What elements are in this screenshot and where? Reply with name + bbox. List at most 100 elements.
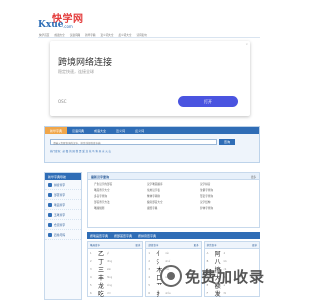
char-row[interactable]: F 发 fā <box>205 289 259 298</box>
nav-item[interactable]: 新华字典 <box>84 33 96 37</box>
nav-item[interactable]: 成语大全 <box>53 33 65 37</box>
tab-radical[interactable]: 按部首查字典 <box>114 234 132 238</box>
sidebar-item[interactable]: 四角号码 <box>45 230 81 240</box>
pinyin: dīng <box>107 259 113 263</box>
query-link[interactable]: 笔画查字大全 <box>94 188 147 192</box>
row-index: 2 <box>148 259 150 263</box>
lookup-column: 笔画查字 更多 1 乙 yǐ 2 丁 dīng 3 三 sān 4 丰 fēng 5 龙 lóng 6… <box>87 241 144 298</box>
more-link[interactable]: 更多 <box>251 175 256 179</box>
column-header: 部首查字 更多 <box>146 242 201 249</box>
pinyin: fā <box>223 291 226 295</box>
tab-words[interactable]: 汉语词典 <box>67 127 89 134</box>
more-link[interactable]: 更多 <box>252 243 257 247</box>
link-grid: 产生汉字的部首 汉字笔画顺序 汉字拼音 笔画查字大全 常用汉字表 生僻字查询 多… <box>88 180 259 212</box>
query-link[interactable]: 笔顺规则 <box>94 206 147 210</box>
close-icon[interactable]: × <box>245 42 248 46</box>
row-index: F <box>206 291 209 295</box>
char-row[interactable]: 6 吃 chī <box>88 289 142 298</box>
sidebar-item[interactable]: 仓颉查字 <box>45 220 81 230</box>
tab-idioms[interactable]: 成语大全 <box>89 127 111 134</box>
tab-synonyms[interactable]: 近义词 <box>111 127 130 134</box>
row-index: 5 <box>148 283 150 287</box>
nav-item[interactable]: 快学首页 <box>38 33 50 37</box>
query-link[interactable]: 汉字笔画顺序 <box>147 182 200 186</box>
tab-pinyin[interactable]: 按拼音查字典 <box>138 234 156 238</box>
nav-item[interactable]: 近义词大全 <box>100 33 115 37</box>
query-link[interactable]: 部首查字方法 <box>94 200 147 204</box>
char-row[interactable]: 6 扌 shǒu <box>146 289 200 298</box>
pinyin: fēng <box>107 275 113 279</box>
row-index: 2 <box>90 259 92 263</box>
char-row[interactable]: 3 三 sān <box>88 265 142 274</box>
ad-card[interactable]: × 跨境网络连接 稳定快速，连接全球 OSC 打开 <box>50 41 250 116</box>
sidebar-item-label: 部首查字 <box>54 192 66 197</box>
search-tabs: 新华字典 汉语词典 成语大全 近义词 反义词 <box>45 127 259 134</box>
book-icon <box>48 212 52 217</box>
char-row[interactable]: 4 丰 fēng <box>88 273 142 282</box>
query-link[interactable]: 康熙字典 <box>147 206 200 210</box>
ad-subtitle: 稳定快速，连接全球 <box>58 69 94 74</box>
column-title: 部首查字 <box>148 244 159 247</box>
tab-stroke[interactable]: 按笔画查字典 <box>90 234 108 238</box>
sidebar-item-label: 五笔查字 <box>54 212 66 217</box>
char-row[interactable]: A阿ā <box>205 249 259 258</box>
query-link[interactable]: 形近字查询 <box>200 194 253 198</box>
book-icon <box>48 222 52 227</box>
row-index: 3 <box>90 267 92 271</box>
lookup-tabs: 按笔画查字典 按部首查字典 按拼音查字典 <box>87 232 260 239</box>
more-link[interactable]: 更多 <box>194 243 199 247</box>
pinyin: lóng <box>107 283 112 287</box>
pinyin: yǐ <box>107 251 110 255</box>
logo-english: Kxue <box>38 20 64 30</box>
query-link[interactable]: 汉字拼音 <box>200 182 253 186</box>
row-index: A <box>206 251 209 255</box>
char-row[interactable]: 1 乙 yǐ <box>88 249 142 258</box>
sidebar-header: 新华字典导航 <box>45 173 81 180</box>
query-link[interactable]: 偏旁部首大全 <box>147 200 200 204</box>
row-index: 6 <box>90 291 92 295</box>
latest-queries-panel: 最新汉字查询 更多 产生汉字的部首 汉字笔画顺序 汉字拼音 笔画查字大全 常用汉… <box>87 172 260 228</box>
search-button[interactable]: 查询 <box>219 139 235 145</box>
pinyin: shǒu <box>165 291 171 295</box>
char-row[interactable]: 1 亻 rén <box>146 249 200 258</box>
tab-antonyms[interactable]: 反义词 <box>130 127 149 134</box>
tab-dictionary[interactable]: 新华字典 <box>45 127 68 134</box>
row-index: 6 <box>148 291 150 295</box>
query-link[interactable]: 多音字查询 <box>94 194 147 198</box>
column-title: 笔画查字 <box>90 244 101 247</box>
char-row[interactable]: 2 氵 shuǐ <box>146 257 200 266</box>
sidebar-item[interactable]: 部首查字 <box>45 190 81 200</box>
book-icon <box>48 182 52 187</box>
char-row[interactable]: 2 丁 dīng <box>88 257 142 266</box>
column-title: 拼音查字 <box>206 244 217 247</box>
char-row[interactable]: B 八 bā <box>205 257 259 266</box>
char-row[interactable]: 5 龙 lóng <box>88 281 142 290</box>
sidebar-item[interactable]: 拼音查字 <box>45 180 81 190</box>
more-link[interactable]: 更多 <box>135 243 140 247</box>
query-link[interactable]: 繁体字转换 <box>147 194 200 198</box>
query-link[interactable]: 汉字结构 <box>200 200 253 204</box>
column-header: 拼音查字 更多 <box>204 242 259 249</box>
sidebar-item[interactable]: 笔画查字 <box>45 200 81 210</box>
pinyin: sān <box>107 267 112 271</box>
sidebar: 新华字典导航 拼音查字 部首查字 笔画查字 五笔查字 仓颉查字 四角号码 <box>44 172 82 300</box>
ad-open-button[interactable]: 打开 <box>178 96 238 107</box>
sidebar-item-label: 四角号码 <box>54 232 66 237</box>
query-link[interactable]: 常用汉字表 <box>147 188 200 192</box>
nav-item[interactable]: 诗词名句 <box>135 33 147 37</box>
query-link[interactable]: 产生汉字的部首 <box>94 182 147 186</box>
character: 发 <box>214 290 221 298</box>
hot-searches[interactable]: 热门查询：必 慢 的 国 我 是 爱 龙 花 马 鱼 天 水 火 山 <box>50 149 111 153</box>
book-icon <box>48 202 52 207</box>
character: 吃 <box>98 290 105 298</box>
nav-item[interactable]: 反义词大全 <box>117 33 132 37</box>
row-index: 3 <box>148 267 150 271</box>
site-logo[interactable]: 快学网 Kxue .com <box>38 10 88 32</box>
pinyin: rén <box>165 251 170 255</box>
nav-item[interactable]: 汉语词典 <box>69 33 81 37</box>
sidebar-item[interactable]: 五笔查字 <box>45 210 81 220</box>
search-input[interactable]: 请输入您要查询的汉字、拼音或部首查字典 <box>50 139 217 145</box>
query-link[interactable]: 生僻字查询 <box>200 188 253 192</box>
query-link[interactable]: 异体字查询 <box>200 206 253 210</box>
watermark-logo-icon <box>160 265 182 287</box>
